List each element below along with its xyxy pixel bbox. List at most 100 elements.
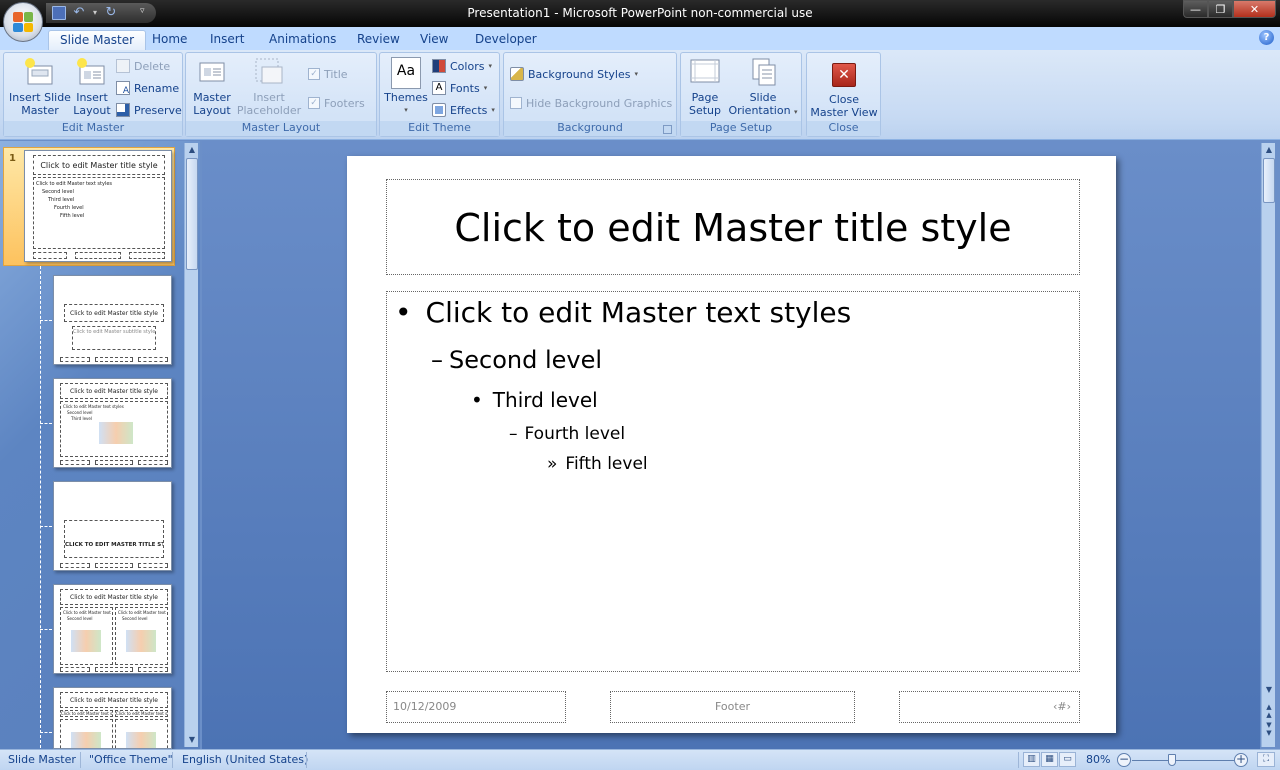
scrollbar-thumb[interactable] [186,158,198,270]
tab-animations[interactable]: Animations [258,30,347,50]
tab-view[interactable]: View [409,30,459,50]
customize-qat-icon[interactable]: ▿ [140,6,145,16]
previous-slide-icon[interactable]: ▲ ▲ [1262,703,1276,719]
thumbnail-layout-section-header[interactable]: CLICK TO EDIT MASTER TITLE STYLE [53,481,172,571]
master-layout-icon [196,57,228,87]
colors-icon [432,59,446,73]
undo-dropdown-icon[interactable]: ▾ [92,6,98,20]
hide-background-graphics-checkbox[interactable]: Hide Background Graphics [510,94,672,112]
title-checkbox[interactable]: ✓ Title [308,65,348,83]
group-close: ✕ Close Master View Close [806,52,881,137]
group-edit-master: Insert Slide Master Insert Layout Delete… [3,52,183,137]
insert-slide-master-icon [24,57,56,87]
thumbnail-layout-comparison[interactable]: Click to edit Master title style Click t… [53,687,172,749]
normal-view-icon[interactable]: ▥ [1023,752,1040,767]
content-placeholder-icon [126,732,156,748]
dash-icon: – [431,346,443,374]
next-slide-icon[interactable]: ▼ ▼ [1262,721,1276,737]
zoom-level[interactable]: 80% [1086,753,1110,766]
thumbnail-slide-master[interactable]: Click to edit Master title style Click t… [24,150,172,262]
group-page-setup: Page Setup Slide Orientation ▾ Page Setu… [680,52,802,137]
group-label: Edit Master [4,121,182,136]
thumbnail-pane-scrollbar[interactable]: ▲ ▼ [184,143,198,747]
undo-icon[interactable]: ↶ [72,6,86,20]
group-label: Master Layout [186,121,376,136]
dialog-launcher-icon[interactable] [663,125,672,134]
zoom-slider-handle[interactable] [1168,754,1176,766]
slide-sorter-view-icon[interactable]: ▦ [1041,752,1058,767]
content-placeholder-icon [71,630,101,652]
content-placeholder-icon [126,630,156,652]
themes-button[interactable]: Aa Themes ▾ [384,57,428,117]
thumbnail-layout-two-content[interactable]: Click to edit Master title style Click t… [53,584,172,674]
tab-developer[interactable]: Developer [464,30,548,50]
tab-review[interactable]: Review [346,30,411,50]
themes-icon: Aa [391,57,421,89]
scroll-up-icon[interactable]: ▲ [1262,143,1276,157]
tab-home[interactable]: Home [141,30,198,50]
status-language[interactable]: English (United States) [182,753,308,766]
slide-number-label: 1 [9,153,16,164]
help-icon[interactable]: ? [1259,30,1274,45]
preserve-button[interactable]: Preserve [116,101,182,119]
minimize-button[interactable]: — [1183,0,1208,18]
tab-insert[interactable]: Insert [199,30,255,50]
close-master-view-button[interactable]: ✕ Close Master View [809,57,879,119]
restore-button[interactable]: ❐ [1208,0,1233,18]
office-button[interactable] [3,2,43,42]
thumbnail-layout-title-content[interactable]: Click to edit Master title style Click t… [53,378,172,468]
slide-orientation-button[interactable]: Slide Orientation ▾ [727,57,799,119]
slide-master-canvas: Click to edit Master title style • Click … [347,156,1116,733]
footer-placeholder[interactable]: Footer [610,691,855,723]
thumbnail-layout-title[interactable]: Click to edit Master title style Click t… [53,275,172,365]
guillemet-icon: » [547,454,558,474]
effects-icon [432,103,446,117]
group-label: Background [504,121,676,136]
master-layout-button[interactable]: Master Layout [190,57,234,117]
slide-number-placeholder[interactable]: ‹#› [899,691,1080,723]
checkbox-checked-icon: ✓ [308,97,320,109]
scrollbar-thumb[interactable] [1263,158,1275,203]
paint-bucket-icon [510,67,524,81]
status-theme-name[interactable]: "Office Theme" [89,753,173,766]
text-level-2: – Second level [431,346,603,374]
scroll-down-icon[interactable]: ▼ [1262,683,1276,697]
fit-to-window-icon[interactable]: ⛶ [1257,752,1275,767]
close-window-button[interactable]: ✕ [1233,0,1276,18]
group-label: Page Setup [681,121,801,136]
text-level-1: • Click to edit Master text styles [395,296,852,329]
preserve-pin-icon [116,103,130,117]
tab-slide-master[interactable]: Slide Master [48,30,147,50]
colors-button[interactable]: Colors ▾ [432,57,492,75]
insert-slide-master-button[interactable]: Insert Slide Master [8,57,72,117]
main-vertical-scrollbar[interactable]: ▲ ▼ ▲ ▲ ▼ ▼ [1261,143,1275,747]
delete-icon [116,59,130,73]
text-level-4: – Fourth level [509,424,626,444]
title-placeholder[interactable]: Click to edit Master title style [386,179,1080,275]
window-title: Presentation1 - Microsoft PowerPoint non… [467,6,813,20]
page-setup-button[interactable]: Page Setup [685,57,725,117]
background-styles-button[interactable]: Background Styles ▾ [510,65,638,83]
save-icon[interactable] [52,6,66,20]
delete-button[interactable]: Delete [116,57,170,75]
content-placeholder-icon [99,422,133,444]
scroll-up-icon[interactable]: ▲ [185,143,199,157]
fonts-button[interactable]: A Fonts ▾ [432,79,487,97]
scroll-down-icon[interactable]: ▼ [185,733,199,747]
date-placeholder[interactable]: 10/12/2009 [386,691,566,723]
rename-button[interactable]: A Rename [116,79,179,97]
office-logo-icon [13,12,33,32]
body-placeholder[interactable]: • Click to edit Master text styles – Secon… [386,291,1080,672]
zoom-in-button[interactable]: + [1234,753,1248,767]
ribbon: Insert Slide Master Insert Layout Delete… [0,50,1280,140]
slide-show-view-icon[interactable]: ▭ [1059,752,1076,767]
zoom-slider-track[interactable] [1132,760,1234,761]
insert-layout-button[interactable]: Insert Layout [72,57,112,117]
layout-tree-line [40,266,41,748]
ribbon-tab-bar: Slide Master Home Insert Animations Revi… [0,27,1280,50]
zoom-out-button[interactable]: − [1117,753,1131,767]
text-level-3: • Third level [471,388,598,412]
effects-button[interactable]: Effects ▾ [432,101,495,119]
footers-checkbox[interactable]: ✓ Footers [308,94,365,112]
redo-icon[interactable]: ↻ [104,6,118,20]
